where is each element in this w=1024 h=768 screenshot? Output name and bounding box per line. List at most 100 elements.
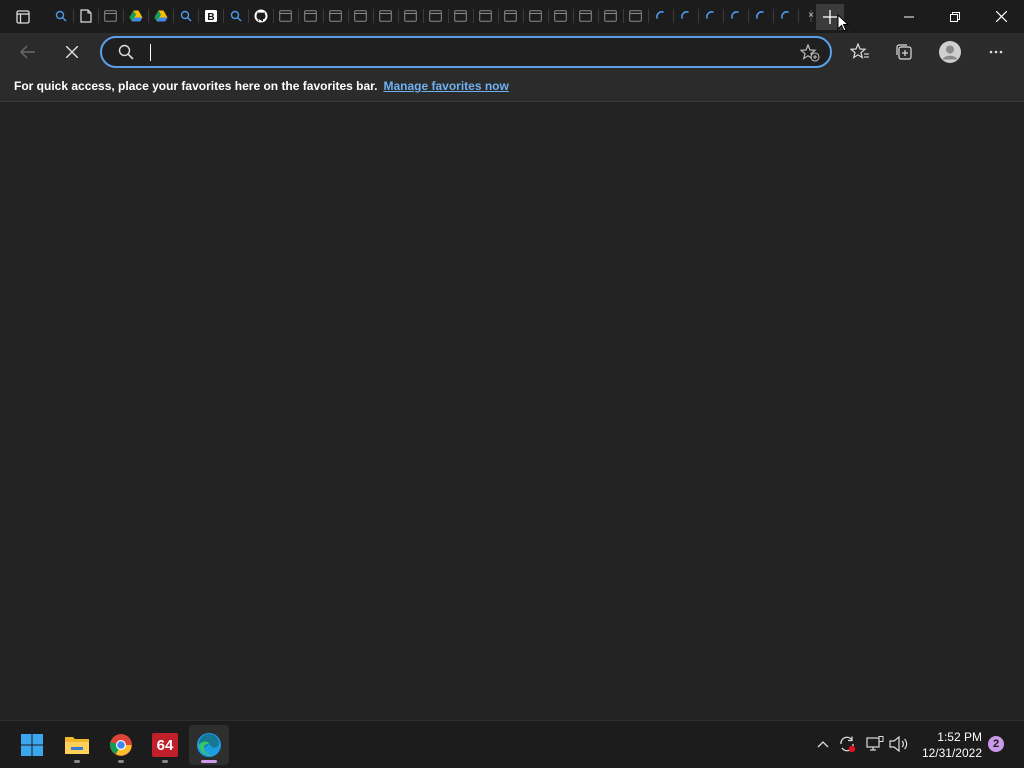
search-icon — [55, 10, 67, 22]
browser-tab[interactable] — [573, 5, 598, 27]
tab-list: B — [48, 5, 823, 27]
bold-b-icon: B — [204, 10, 217, 22]
running-indicator — [162, 760, 168, 763]
address-input[interactable] — [148, 43, 748, 61]
minimize-button[interactable] — [886, 0, 932, 33]
settings-more-button[interactable] — [980, 36, 1012, 68]
browser-tab[interactable] — [623, 5, 648, 27]
page-icon — [579, 10, 592, 22]
collections-button[interactable] — [888, 36, 920, 68]
taskbar-aida64[interactable]: 64 — [145, 725, 185, 765]
page-icon — [504, 10, 517, 22]
volume-icon[interactable] — [888, 733, 910, 755]
sync-status-icon[interactable] — [836, 733, 858, 755]
collections-icon — [896, 44, 912, 60]
browser-tab[interactable] — [598, 5, 623, 27]
taskbar-file-explorer[interactable] — [57, 725, 97, 765]
page-icon — [379, 10, 392, 22]
show-hidden-icons-chevron-icon[interactable] — [812, 733, 834, 755]
loading-spinner-icon — [705, 10, 717, 22]
favorites-star-icon — [850, 43, 869, 59]
loading-spinner-icon — [680, 10, 692, 22]
browser-tab[interactable] — [748, 5, 773, 27]
page-icon — [479, 10, 492, 22]
browser-tab[interactable] — [423, 5, 448, 27]
browser-tab[interactable] — [73, 5, 98, 27]
search-icon — [230, 10, 242, 22]
page-content — [0, 103, 1024, 720]
favorites-button[interactable] — [844, 36, 876, 68]
taskbar-chrome[interactable] — [101, 725, 141, 765]
page-icon — [529, 10, 542, 22]
folder-icon — [65, 737, 89, 754]
window-controls — [886, 0, 1024, 33]
profile-button[interactable] — [934, 36, 966, 68]
taskbar: 64 1:52 PM 12/31/2022 2 — [0, 720, 1024, 768]
avatar-icon — [939, 41, 961, 63]
drive-icon — [129, 10, 143, 22]
browser-tab[interactable] — [548, 5, 573, 27]
page-icon — [104, 10, 117, 22]
more-dots-icon — [989, 50, 1003, 54]
browser-tab[interactable] — [273, 5, 298, 27]
browser-tab[interactable] — [123, 5, 148, 27]
tab-close-button[interactable]: × — [806, 10, 816, 21]
start-button[interactable] — [12, 725, 52, 765]
add-favorite-icon[interactable] — [799, 43, 820, 67]
address-bar[interactable] — [100, 36, 832, 68]
back-button[interactable] — [12, 36, 44, 68]
browser-toolbar — [0, 33, 1024, 71]
manage-favorites-link[interactable]: Manage favorites now — [383, 79, 508, 93]
browser-tab[interactable] — [398, 5, 423, 27]
favorites-bar: For quick access, place your favorites h… — [0, 71, 1024, 102]
browser-tab[interactable] — [223, 5, 248, 27]
chrome-icon — [110, 734, 132, 756]
browser-tab[interactable] — [148, 5, 173, 27]
browser-tab[interactable] — [173, 5, 198, 27]
loading-spinner-icon — [780, 10, 792, 22]
close-icon — [995, 11, 1007, 22]
browser-tab[interactable] — [448, 5, 473, 27]
loading-spinner-icon — [730, 10, 742, 22]
browser-tab[interactable] — [248, 5, 273, 27]
back-arrow-icon — [20, 45, 35, 59]
browser-tab[interactable] — [48, 5, 73, 27]
page-icon — [629, 10, 642, 22]
browser-tab[interactable] — [348, 5, 373, 27]
browser-tab[interactable] — [673, 5, 698, 27]
network-icon[interactable] — [864, 733, 886, 755]
page-icon — [554, 10, 567, 22]
stop-loading-button[interactable] — [56, 36, 88, 68]
browser-tab[interactable] — [523, 5, 548, 27]
browser-window: B × For quick access, place your favorit… — [0, 0, 1024, 720]
browser-tab[interactable] — [98, 5, 123, 27]
page-icon — [279, 10, 292, 22]
search-icon — [118, 44, 134, 65]
minimize-icon — [904, 16, 914, 17]
browser-tab[interactable] — [648, 5, 673, 27]
browser-tab[interactable] — [473, 5, 498, 27]
aida64-icon: 64 — [152, 733, 178, 757]
taskbar-edge[interactable] — [189, 725, 229, 765]
browser-tab[interactable]: B — [198, 5, 223, 27]
tab-actions-menu-icon[interactable] — [12, 6, 34, 28]
browser-tab[interactable] — [323, 5, 348, 27]
browser-tab[interactable] — [373, 5, 398, 27]
taskbar-clock[interactable]: 1:52 PM 12/31/2022 — [922, 729, 982, 761]
loading-spinner-icon — [655, 10, 667, 22]
running-indicator — [118, 760, 124, 763]
close-window-button[interactable] — [978, 0, 1024, 33]
edge-icon — [197, 733, 221, 757]
notification-badge[interactable]: 2 — [988, 736, 1004, 752]
loading-spinner-icon — [755, 10, 767, 22]
browser-tab[interactable] — [298, 5, 323, 27]
browser-tab[interactable] — [698, 5, 723, 27]
browser-tab[interactable] — [498, 5, 523, 27]
browser-tab[interactable] — [773, 5, 798, 27]
page-icon — [429, 10, 442, 22]
page-icon — [604, 10, 617, 22]
page-icon — [329, 10, 342, 22]
restore-button[interactable] — [932, 0, 978, 33]
browser-tab[interactable] — [723, 5, 748, 27]
text-caret — [150, 44, 151, 61]
